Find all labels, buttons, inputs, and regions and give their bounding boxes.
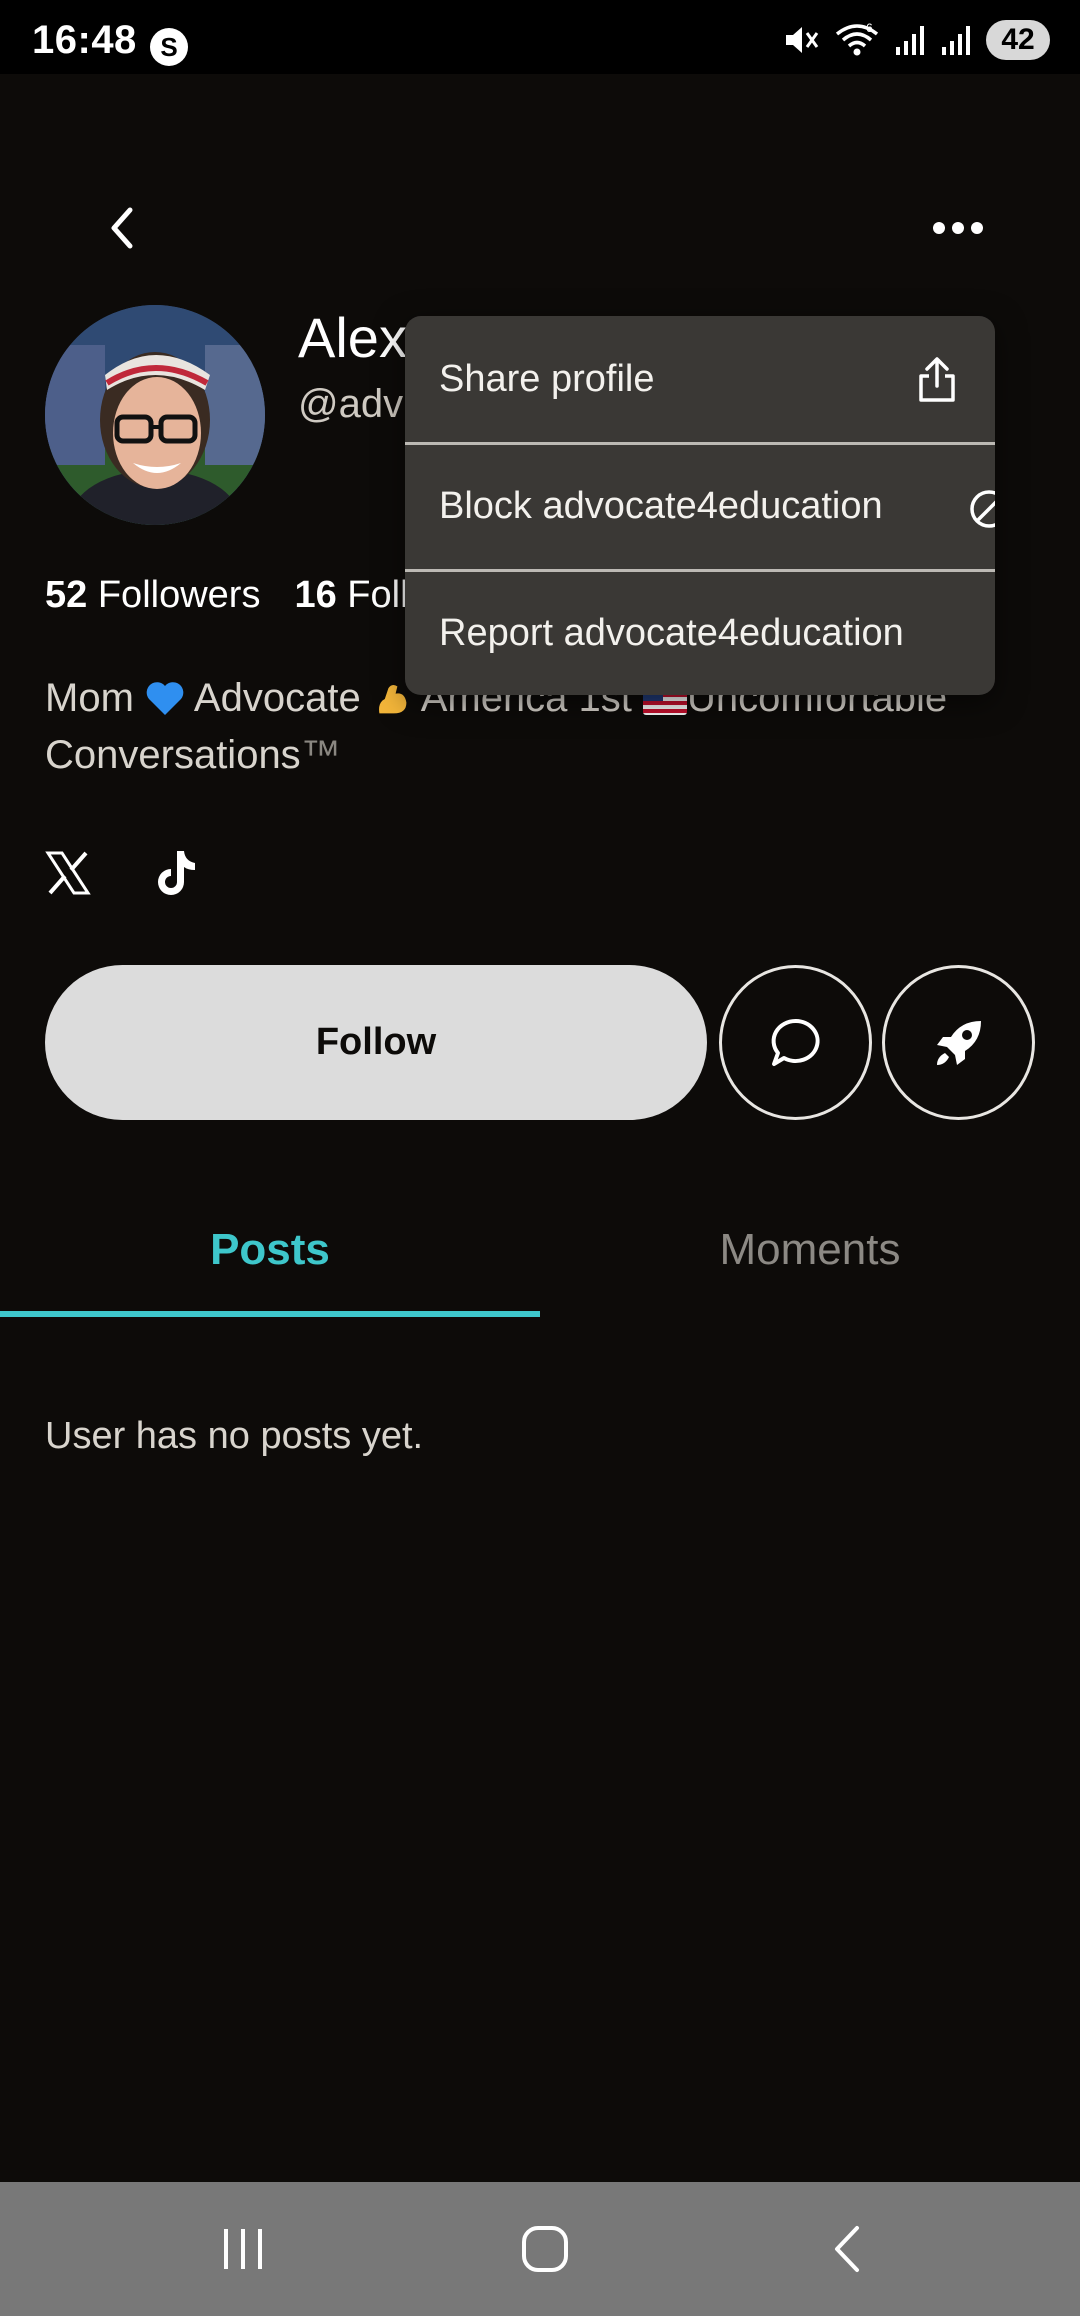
tiktok-link[interactable] (153, 848, 199, 898)
profile-handle: @adv (298, 382, 404, 426)
home-icon (522, 2226, 568, 2272)
svg-text:6: 6 (866, 21, 873, 35)
following-stat[interactable]: 16 Foll (294, 574, 408, 617)
rocket-icon (936, 1020, 981, 1065)
following-label: Foll (347, 574, 409, 616)
trademark-symbol: ™ (300, 733, 341, 777)
recents-button[interactable] (183, 2204, 303, 2294)
menu-item-label: Report advocate4education (439, 612, 904, 654)
mute-icon (786, 27, 819, 53)
followers-count: 52 (45, 574, 88, 616)
share-icon (919, 357, 955, 402)
status-bar: 16:48 S 6 42 (0, 0, 1080, 74)
signal-icon (942, 26, 970, 55)
x-link[interactable] (45, 848, 91, 898)
more-options-button[interactable] (928, 198, 988, 258)
follow-button[interactable]: Follow (45, 965, 707, 1120)
boost-button[interactable] (882, 965, 1035, 1120)
chevron-left-icon (111, 207, 133, 249)
menu-item-report[interactable]: Report advocate4education (405, 569, 995, 695)
tab-posts[interactable]: Posts (0, 1225, 540, 1275)
bio-text: Advocate (185, 676, 372, 720)
avatar[interactable] (45, 305, 265, 525)
menu-item-label: Block advocate4education (439, 485, 883, 527)
avatar-image (45, 305, 265, 525)
followers-stat[interactable]: 52 Followers (45, 574, 260, 617)
system-nav-bar (0, 2182, 1080, 2316)
profile-stats: 52 Followers 16 Foll (45, 574, 409, 617)
status-time: 16:48 (32, 18, 137, 62)
menu-item-label: Share profile (439, 357, 655, 400)
wifi-icon: 6 (835, 21, 879, 56)
message-icon (771, 1018, 820, 1066)
battery-icon: 42 (986, 20, 1050, 60)
blue-heart-icon (146, 682, 184, 715)
social-links (45, 848, 199, 898)
tiktok-icon (158, 851, 195, 895)
followers-label: Followers (97, 574, 261, 616)
tab-moments[interactable]: Moments (540, 1225, 1080, 1275)
app-badge-icon: S (150, 28, 188, 66)
recents-icon (224, 2229, 262, 2269)
menu-item-share-profile[interactable]: Share profile (405, 316, 995, 442)
message-button[interactable] (719, 965, 872, 1120)
active-tab-indicator (0, 1311, 540, 1317)
bio-text: Mom (45, 676, 145, 720)
signal-icon (896, 26, 924, 55)
profile-name: Alex (298, 306, 407, 369)
more-horizontal-icon (933, 222, 983, 234)
menu-item-block[interactable]: Block advocate4education (405, 442, 995, 568)
back-button[interactable] (92, 198, 152, 258)
status-icons: 6 42 (782, 20, 1050, 60)
home-button[interactable] (485, 2204, 605, 2294)
block-icon (970, 490, 995, 528)
nav-back-button[interactable] (787, 2204, 907, 2294)
back-icon (835, 2226, 859, 2272)
profile-options-menu: Share profile Block advocate4education R… (405, 316, 995, 695)
x-icon (45, 851, 91, 895)
following-count: 16 (294, 574, 337, 616)
empty-posts-message: User has no posts yet. (45, 1415, 424, 1457)
